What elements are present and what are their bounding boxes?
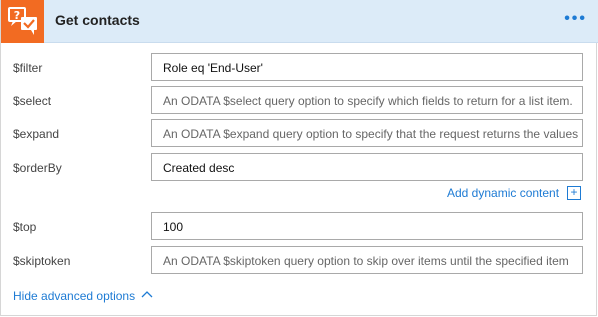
field-row-filter: $filter Role eq 'End-User' — [1, 53, 598, 83]
plus-icon[interactable]: + — [567, 186, 581, 200]
field-label-select: $select — [13, 94, 52, 108]
skiptoken-input[interactable]: An ODATA $skiptoken query option to skip… — [151, 246, 583, 274]
chevron-up-icon[interactable] — [141, 290, 153, 298]
action-card: ? Get contacts ••• $filter Role eq 'End-… — [0, 0, 598, 316]
field-row-expand: $expand An ODATA $expand query option to… — [1, 119, 598, 149]
hide-advanced-options-link[interactable]: Hide advanced options — [13, 289, 135, 303]
field-label-skiptoken: $skiptoken — [13, 254, 71, 268]
select-input[interactable]: An ODATA $select query option to specify… — [151, 86, 583, 114]
add-dynamic-content-link[interactable]: Add dynamic content — [447, 186, 559, 200]
field-row-select: $select An ODATA $select query option to… — [1, 86, 598, 116]
field-row-orderby: $orderBy Created desc — [1, 153, 598, 183]
orderby-input[interactable]: Created desc — [151, 153, 583, 181]
expand-input[interactable]: An ODATA $expand query option to specify… — [151, 119, 583, 147]
field-label-filter: $filter — [13, 61, 43, 75]
field-label-orderby: $orderBy — [13, 161, 62, 175]
action-title: Get contacts — [55, 12, 140, 28]
zendesk-help-icon: ? — [1, 0, 44, 43]
filter-input[interactable]: Role eq 'End-User' — [151, 53, 583, 81]
top-input[interactable]: 100 — [151, 212, 583, 240]
more-options-icon[interactable]: ••• — [564, 10, 587, 28]
field-label-top: $top — [13, 220, 37, 234]
field-row-top: $top 100 — [1, 212, 598, 242]
field-row-skiptoken: $skiptoken An ODATA $skiptoken query opt… — [1, 246, 598, 276]
field-label-expand: $expand — [13, 127, 60, 141]
svg-text:?: ? — [14, 9, 20, 22]
action-header[interactable]: ? Get contacts ••• — [1, 0, 598, 43]
